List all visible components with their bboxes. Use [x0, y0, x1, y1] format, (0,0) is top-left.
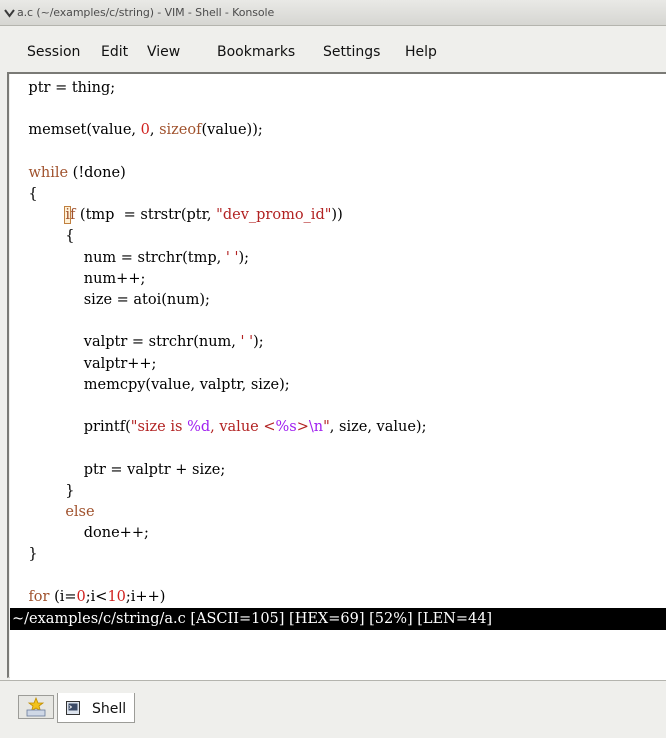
menu-help[interactable]: Help — [405, 44, 437, 60]
code-line: } — [10, 546, 38, 563]
code-line: done++; — [10, 525, 149, 542]
menu-session[interactable]: Session — [27, 44, 80, 60]
menu-bookmarks[interactable]: Bookmarks — [217, 44, 295, 60]
terminal-icon — [66, 701, 80, 715]
code-line: size = atoi(num); — [10, 292, 210, 308]
window-menu-chevron-icon[interactable] — [4, 8, 15, 18]
tab-bar: Shell — [0, 680, 666, 738]
code-line: if (tmp = strstr(ptr, "dev_promo_id")) — [64, 206, 343, 225]
code-line: else — [65, 504, 95, 520]
code-line: } — [10, 482, 75, 499]
terminal-view[interactable]: ptr = thing; memset(value, 0, sizeof(val… — [10, 74, 666, 680]
tab-label: Shell — [92, 701, 127, 717]
code-line: printf("size is %d, value <%s>\n", size,… — [10, 419, 427, 436]
tab-shell[interactable]: Shell — [57, 693, 135, 723]
code-line: num = strchr(tmp, ' '); — [10, 249, 250, 266]
new-session-button[interactable] — [18, 695, 54, 719]
code-line: { — [10, 228, 75, 245]
tab-bar-divider — [0, 680, 666, 681]
code-line: while (!done) — [28, 164, 126, 181]
code-line: valptr++; — [10, 355, 157, 372]
menu-view[interactable]: View — [147, 44, 180, 60]
code-line: memcpy(value, valptr, size); — [10, 376, 290, 393]
new-session-icon — [26, 697, 46, 717]
code-line: ptr = valptr + size; — [10, 461, 226, 478]
vim-status-line: ~/examples/c/string/a.c [ASCII=105] [HEX… — [10, 608, 666, 630]
code-line: ptr = thing; — [10, 80, 116, 96]
menu-settings[interactable]: Settings — [323, 44, 380, 60]
code-line: { — [10, 186, 38, 202]
window-titlebar[interactable]: a.c (~/examples/c/string) - VIM - Shell … — [0, 0, 666, 26]
code-line: valptr = strchr(num, ' '); — [10, 334, 264, 351]
menu-bar: Session Edit View Bookmarks Settings Hel… — [0, 26, 666, 72]
code-line: for (i=0;i<10;i++) — [28, 588, 166, 605]
menu-edit[interactable]: Edit — [101, 44, 128, 60]
code-line: num++; — [10, 270, 146, 287]
window-title: a.c (~/examples/c/string) - VIM - Shell … — [17, 6, 275, 19]
code-line: memset(value, 0, sizeof(value)); — [10, 122, 263, 139]
